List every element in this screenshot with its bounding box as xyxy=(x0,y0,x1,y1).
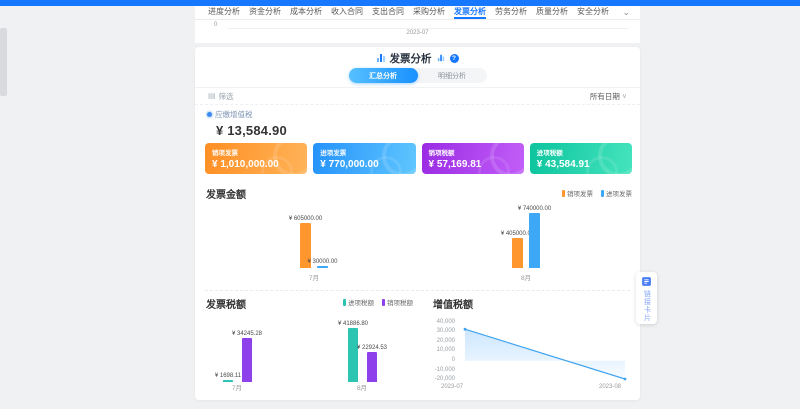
dot-icon xyxy=(207,112,212,117)
filter-button[interactable]: ▤ 筛选 xyxy=(208,91,234,102)
kpi-value: ¥ 13,584.90 xyxy=(216,123,287,138)
tab-income-contract[interactable]: 收入合同 xyxy=(331,6,363,19)
axis-baseline xyxy=(228,28,628,29)
filter-label: 筛选 xyxy=(219,91,234,102)
analysis-mode-toggle: 汇总分析 明细分析 xyxy=(349,68,487,83)
stat-card-label: 进项发票 xyxy=(320,147,415,157)
stat-card-value: ¥ 43,584.91 xyxy=(537,159,632,170)
y-tick: 20,000 xyxy=(429,338,455,344)
tab-progress-analysis[interactable]: 进度分析 xyxy=(208,6,240,19)
tabbar-collapse-chevron-icon[interactable]: ⌄ xyxy=(622,8,630,17)
tab-cost-analysis[interactable]: 成本分析 xyxy=(290,6,322,19)
tab-quality-analysis[interactable]: 质量分析 xyxy=(536,6,568,19)
bar-input-invoice-august[interactable]: ¥ 740000.00 xyxy=(529,213,540,268)
card-link-floating-button[interactable]: 链接卡片 xyxy=(636,272,657,324)
tab-funds-analysis[interactable]: 资金分析 xyxy=(249,6,281,19)
bar-value-label: ¥ 740000.00 xyxy=(518,206,551,212)
bar-group-july: ¥ 1698.11 ¥ 34245.28 xyxy=(223,338,252,382)
line-point[interactable] xyxy=(624,378,627,381)
tab-safety-analysis[interactable]: 安全分析 xyxy=(577,6,609,19)
vat-amount-title: 增值税额 xyxy=(433,296,473,311)
kpi-label-row: 应缴增值税 xyxy=(207,109,287,120)
axis-zero-tick: 0 xyxy=(214,22,217,28)
invoice-tax-chart: ¥ 1698.11 ¥ 34245.28 ¥ 41886.80 ¥ 22924.… xyxy=(205,303,415,393)
tab-labor-analysis[interactable]: 劳务分析 xyxy=(495,6,527,19)
legend-input-invoice[interactable]: 进项发票 xyxy=(601,188,632,198)
invoice-amount-chart: ¥ 605000.00 ¥ 30000.00 ¥ 405000.00 ¥ 740… xyxy=(205,199,630,285)
filter-icon: ▤ xyxy=(208,92,216,100)
bar-input-invoice-july[interactable]: ¥ 30000.00 xyxy=(317,266,328,268)
x-tick: 2023-08 xyxy=(599,384,621,390)
y-tick: 10,000 xyxy=(429,347,455,353)
y-tick: 0 xyxy=(429,357,455,363)
analysis-tabbar: 进度分析 资金分析 成本分析 收入合同 支出合同 采购分析 发票分析 劳务分析 … xyxy=(195,6,640,20)
toggle-summary-analysis[interactable]: 汇总分析 xyxy=(349,68,418,83)
month-tick: 7月 xyxy=(222,382,252,392)
y-tick: 30,000 xyxy=(429,328,455,334)
vat-line-chart xyxy=(459,320,633,382)
stat-card-output-tax: 销项税额 ¥ 57,169.81 xyxy=(422,143,524,174)
date-range-value: 所有日期 xyxy=(590,91,620,102)
stat-card-label: 进项税额 xyxy=(537,147,632,157)
bar-group-july: ¥ 605000.00 ¥ 30000.00 xyxy=(300,223,328,268)
legend-label: 进项发票 xyxy=(606,188,632,198)
axis-month-tick: 2023-07 xyxy=(195,30,640,36)
x-tick: 2023-07 xyxy=(441,384,463,390)
bar-value-label: ¥ 30000.00 xyxy=(307,259,337,265)
bar-value-label: ¥ 41886.80 xyxy=(338,321,368,327)
filter-row: ▤ 筛选 所有日期 ∨ xyxy=(195,88,640,105)
bar-output-invoice-august[interactable]: ¥ 405000.00 xyxy=(512,238,523,268)
legend-marker xyxy=(601,190,604,197)
stat-card-input-tax: 进项税额 ¥ 43,584.91 xyxy=(530,143,632,174)
y-tick: -10,000 xyxy=(429,367,455,373)
stat-card-row: 销项发票 ¥ 1,010,000.00 进项发票 ¥ 770,000.00 销项… xyxy=(205,143,632,174)
stat-card-value: ¥ 770,000.00 xyxy=(320,159,415,170)
bar-group-august: ¥ 405000.00 ¥ 740000.00 xyxy=(512,213,540,268)
card-icon xyxy=(641,276,652,287)
bar-output-tax-august[interactable]: ¥ 22924.53 xyxy=(367,352,377,382)
bar-chart-icon xyxy=(377,54,385,62)
previous-chart-strip: 0 2023-07 xyxy=(195,20,640,43)
chevron-down-icon: ∨ xyxy=(622,92,627,100)
legend-label: 销项发票 xyxy=(567,188,593,198)
bar-group-august: ¥ 41886.80 ¥ 22924.53 xyxy=(348,328,377,382)
bar-input-tax-august[interactable]: ¥ 41886.80 xyxy=(348,328,358,382)
invoice-analysis-panel: 发票分析 ? 汇总分析 明细分析 ▤ 筛选 所有日期 ∨ 应缴增值税 ¥ 13,… xyxy=(195,47,640,400)
line-point[interactable] xyxy=(464,328,467,331)
bar-value-label: ¥ 605000.00 xyxy=(289,216,322,222)
kpi-label: 应缴增值税 xyxy=(215,109,253,120)
y-tick: 40,000 xyxy=(429,319,455,325)
bar-value-label: ¥ 22924.53 xyxy=(357,345,387,351)
page-title: 发票分析 xyxy=(390,51,432,66)
help-icon[interactable]: ? xyxy=(450,54,459,63)
legend-marker xyxy=(562,190,565,197)
vat-payable-kpi: 应缴增值税 ¥ 13,584.90 xyxy=(207,109,287,138)
stat-card-label: 销项税额 xyxy=(429,147,524,157)
stat-card-label: 销项发票 xyxy=(212,147,307,157)
legend-output-invoice[interactable]: 销项发票 xyxy=(562,188,593,198)
stat-card-value: ¥ 57,169.81 xyxy=(429,159,524,170)
left-scrollbar-thumb[interactable] xyxy=(0,28,7,96)
bar-chart-icon xyxy=(437,55,443,61)
bar-value-label: ¥ 1698.11 xyxy=(215,373,241,379)
stat-card-input-invoice: 进项发票 ¥ 770,000.00 xyxy=(313,143,415,174)
bar-output-tax-july[interactable]: ¥ 34245.28 xyxy=(242,338,252,382)
dashed-divider xyxy=(205,290,630,291)
stat-card-value: ¥ 1,010,000.00 xyxy=(212,159,307,170)
month-tick: 7月 xyxy=(299,272,329,282)
tab-procurement-analysis[interactable]: 采购分析 xyxy=(413,6,445,19)
tab-invoice-analysis[interactable]: 发票分析 xyxy=(454,6,486,19)
stat-card-output-invoice: 销项发票 ¥ 1,010,000.00 xyxy=(205,143,307,174)
month-tick: 8月 xyxy=(511,272,541,282)
floating-button-label: 链接卡片 xyxy=(642,290,652,322)
bar-value-label: ¥ 34245.28 xyxy=(232,331,262,337)
month-tick: 8月 xyxy=(347,382,377,392)
date-range-select[interactable]: 所有日期 ∨ xyxy=(590,91,627,102)
toggle-detail-analysis[interactable]: 明细分析 xyxy=(418,68,487,83)
invoice-amount-legend: 销项发票 进项发票 xyxy=(562,188,632,198)
y-tick: -20,000 xyxy=(429,376,455,382)
panel-header: 发票分析 ? xyxy=(195,52,640,64)
tab-expense-contract[interactable]: 支出合同 xyxy=(372,6,404,19)
